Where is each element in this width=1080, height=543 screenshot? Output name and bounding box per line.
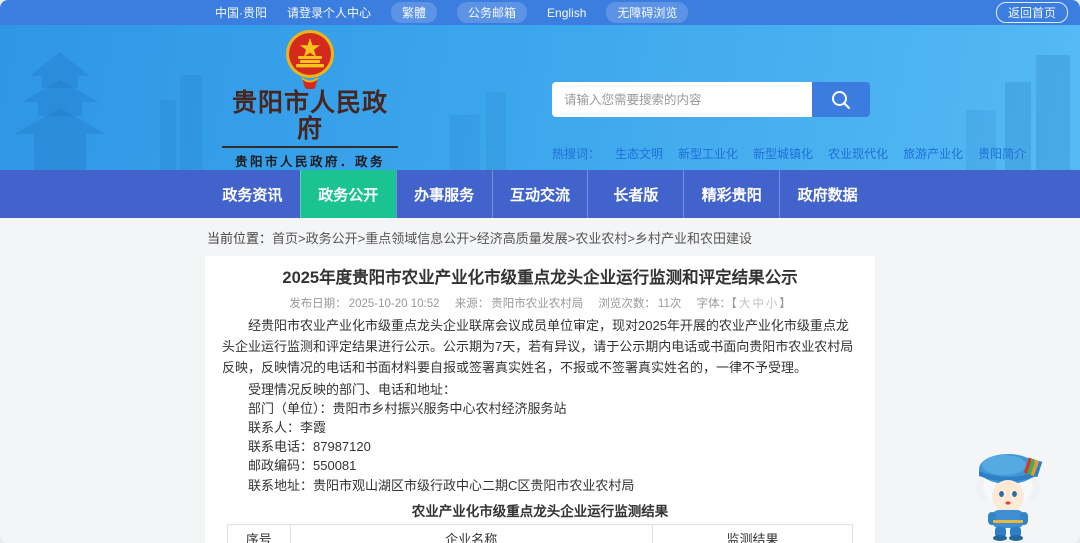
site-subtitle: 贵阳市人民政府．政务 <box>234 154 385 169</box>
site-logo-block[interactable]: 贵阳市人民政府 贵阳市人民政府．政务 www.guiyang.gov.cn <box>220 29 400 170</box>
nav-item-zhangzheban[interactable]: 长者版 <box>587 170 683 218</box>
postal-code-line: 邮政编码：550081 <box>248 458 357 474</box>
pagoda-silhouette-icon <box>14 52 106 170</box>
hot-search-row: 热搜词： 生态文明 新型工业化 新型城镇化 农业现代化 旅游产业化 贵阳简介 <box>552 145 1026 162</box>
font-size-small[interactable]: 小 <box>766 298 778 310</box>
skyline-building <box>160 100 176 170</box>
publish-date-label: 发布日期： <box>289 298 347 311</box>
article-meta: 发布日期： 2025-10-20 10:52 来源： 贵阳市农业农村局 浏览次数： 1… <box>222 295 858 311</box>
topbar-link-accessibility[interactable]: 无障碍浏览 <box>606 2 689 23</box>
browser-page: 中国·贵阳 请登录个人中心 繁體 公务邮箱 English 无障碍浏览 返回首页 <box>0 0 1080 543</box>
breadcrumb-label: 当前位置： <box>207 231 273 246</box>
back-to-home-button[interactable]: 返回首页 <box>995 2 1068 23</box>
hot-search-word[interactable]: 农业现代化 <box>828 145 888 162</box>
logo-divider <box>222 145 398 148</box>
nav-item-banshi-fuwu[interactable]: 办事服务 <box>395 170 492 218</box>
search-input[interactable] <box>552 82 812 117</box>
breadcrumb-trail[interactable]: 首页>政务公开>重点领域信息公开>经济高质量发展>农业农村>乡村产业和农田建设 <box>272 231 752 246</box>
search-icon <box>832 90 850 109</box>
hot-search-word[interactable]: 生态文明 <box>615 145 663 162</box>
font-size-label: 字体：【 <box>696 298 737 311</box>
national-emblem-icon <box>286 30 334 89</box>
primary-nav-bar: 政务资讯 政务公开 办事服务 互动交流 长者版 精彩贵阳 政府数据 <box>0 170 1080 218</box>
topbar-link-login-center[interactable]: 请登录个人中心 <box>287 4 371 21</box>
hot-search-label: 热搜词： <box>552 147 601 161</box>
nav-item-jingcai-guiyang[interactable]: 精彩贵阳 <box>683 170 779 218</box>
nav-item-hudong-jiaoliu[interactable]: 互动交流 <box>491 170 588 218</box>
monitoring-result-table: 序号 企业名称 监测结果 1 贵州合力超市采购有限公司 合格 2 贵州友禾种业有… <box>227 523 853 543</box>
search-bar <box>552 82 870 117</box>
font-size-medium[interactable]: 中 <box>752 298 764 310</box>
topbar-link-official-mail[interactable]: 公务邮箱 <box>457 2 528 23</box>
topbar-link-traditional-chinese[interactable]: 繁體 <box>391 2 438 23</box>
mascot-assistant[interactable] <box>962 441 1054 541</box>
font-size-large[interactable]: 大 <box>739 298 751 310</box>
hot-search-word[interactable]: 旅游产业化 <box>903 145 963 162</box>
hot-search-word[interactable]: 新型城镇化 <box>753 145 813 162</box>
top-utility-bar: 中国·贵阳 请登录个人中心 繁體 公务邮箱 English 无障碍浏览 返回首页 <box>0 0 1080 25</box>
topbar-link-china-guiyang[interactable]: 中国·贵阳 <box>215 4 267 21</box>
contact-phone-line: 联系电话：87987120 <box>248 439 371 455</box>
skyline-building <box>450 115 480 170</box>
publish-date: 2025-10-20 10:52 <box>348 298 440 311</box>
font-size-bracket-close: 】 <box>779 298 791 311</box>
topbar-link-english[interactable]: English <box>547 6 586 20</box>
source-label: 来源： <box>454 298 490 311</box>
col-header-result: 监测结果 <box>652 523 853 543</box>
nav-item-zhengwu-gongkai[interactable]: 政务公开 <box>299 170 396 218</box>
breadcrumb: 当前位置：首页>政务公开>重点领域信息公开>经济高质量发展>农业农村>乡村产业和… <box>207 228 1080 247</box>
search-button[interactable] <box>812 82 870 117</box>
article-paragraph: 经贵阳市农业产业化市级重点龙头企业联席会议成员单位审定，现对2025年开展的农业… <box>222 318 854 375</box>
skyline-building <box>180 75 202 170</box>
hot-search-word[interactable]: 贵阳简介 <box>978 145 1026 162</box>
main-content: 当前位置：首页>政务公开>重点领域信息公开>经济高质量发展>农业农村>乡村产业和… <box>0 218 1080 543</box>
views-label: 浏览次数： <box>598 298 656 311</box>
skyline-building <box>1036 55 1070 170</box>
article-title: 2025年度贵阳市农业产业化市级重点龙头企业运行监测和评定结果公示 <box>282 269 798 287</box>
article-card: 2025年度贵阳市农业产业化市级重点龙头企业运行监测和评定结果公示 发布日期： 2… <box>205 256 875 543</box>
contact-address-line: 联系地址：贵阳市观山湖区市级行政中心二期C区贵阳市农业农村局 <box>248 477 635 493</box>
table-header-row: 序号 企业名称 监测结果 <box>227 523 853 543</box>
site-header-banner: 贵阳市人民政府 贵阳市人民政府．政务 www.guiyang.gov.cn 热搜… <box>0 25 1080 170</box>
hot-search-word[interactable]: 新型工业化 <box>678 145 738 162</box>
nav-item-zhengfu-shuju[interactable]: 政府数据 <box>779 170 875 218</box>
col-header-index: 序号 <box>227 523 291 543</box>
col-header-company: 企业名称 <box>289 523 653 543</box>
skyline-building <box>486 92 506 170</box>
source-value: 贵阳市农业农村局 <box>491 298 584 311</box>
article-paragraph: 受理情况反映的部门、电话和地址： <box>248 382 457 398</box>
contact-department-line: 部门（单位）：贵阳市乡村振兴服务中心农村经济服务站 <box>248 401 567 417</box>
nav-item-zhengwu-zixun[interactable]: 政务资讯 <box>205 170 300 218</box>
site-name: 贵阳市人民政府 <box>231 89 388 144</box>
views-value: 11次 <box>657 298 682 311</box>
contact-person-line: 联系人：李霞 <box>248 420 327 436</box>
table-caption: 农业产业化市级重点龙头企业运行监测结果 <box>411 503 669 519</box>
